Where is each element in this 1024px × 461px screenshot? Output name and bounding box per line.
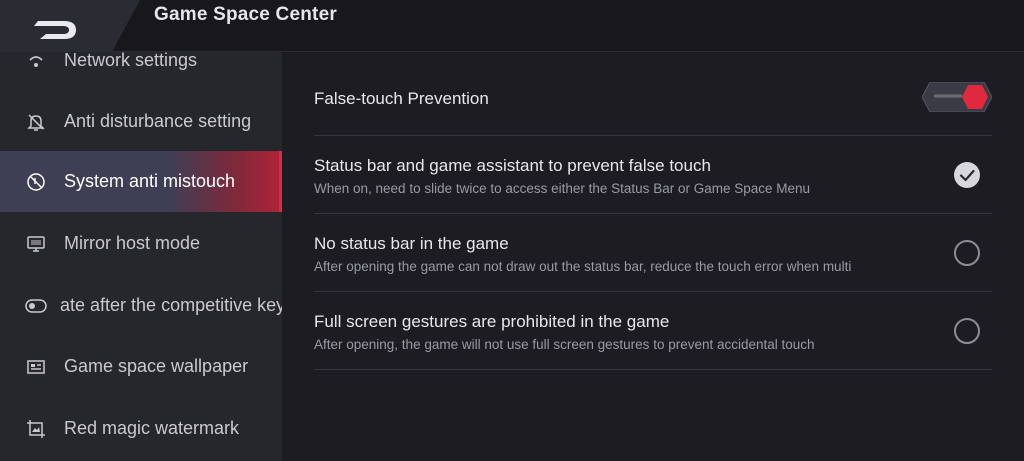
checkbox-checked[interactable] — [954, 162, 980, 188]
option-description: After opening the game can not draw out … — [314, 259, 852, 274]
sidebar-item-label: Red magic watermark — [64, 418, 240, 438]
no-touch-icon — [25, 171, 47, 193]
back-icon — [0, 0, 140, 52]
sidebar-item-mirror-host-mode[interactable]: Mirror host mode — [0, 213, 282, 274]
checkbox-unchecked[interactable] — [954, 240, 980, 266]
option-title: Full screen gestures are prohibited in t… — [314, 312, 670, 331]
header-bar: Game Space Center — [0, 0, 1024, 52]
back-button[interactable] — [0, 0, 140, 52]
sidebar-item-label: Anti disturbance setting — [64, 111, 252, 131]
option-description: After opening, the game will not use ful… — [314, 337, 815, 352]
network-icon — [25, 52, 47, 72]
monitor-icon — [25, 233, 47, 255]
sidebar-item-label: System anti mistouch — [64, 171, 236, 191]
false-touch-row: False-touch Prevention — [314, 52, 993, 136]
option-title: Status bar and game assistant to prevent… — [314, 156, 711, 175]
sidebar-item-label: Game space wallpaper — [64, 356, 249, 376]
sidebar-item-label: Mirror host mode — [64, 233, 201, 253]
sidebar-item-label: Network settings — [64, 52, 198, 70]
option-row-no-status-bar[interactable]: No status bar in the game After opening … — [314, 214, 992, 292]
sidebar-item-game-space-wallpaper[interactable]: Game space wallpaper — [0, 336, 282, 397]
false-touch-toggle[interactable] — [921, 81, 993, 113]
sidebar-item-system-anti-mistouch[interactable]: System anti mistouch — [0, 151, 282, 212]
sidebar-item-competitive-key[interactable]: ate after the competitive key — [0, 275, 282, 336]
sidebar-item-red-magic-watermark[interactable]: Red magic watermark — [0, 398, 282, 459]
sidebar: Network settings Anti disturbance settin… — [0, 52, 282, 461]
option-description: When on, need to slide twice to access e… — [314, 181, 811, 196]
page-title: Game Space Center — [154, 4, 337, 25]
false-touch-label: False-touch Prevention — [314, 89, 489, 108]
toggle-icon — [25, 295, 47, 317]
settings-panel: False-touch Prevention Status bar and ga… — [282, 52, 1024, 461]
sidebar-item-anti-disturbance[interactable]: Anti disturbance setting — [0, 91, 282, 152]
checkmark-icon — [959, 169, 975, 182]
sidebar-item-label: ate after the competitive key — [60, 295, 282, 315]
checkbox-unchecked[interactable] — [954, 318, 980, 344]
watermark-icon — [25, 418, 47, 440]
wallpaper-icon — [25, 356, 47, 378]
option-row-status-bar-assistant[interactable]: Status bar and game assistant to prevent… — [314, 136, 992, 214]
option-row-full-screen-gestures[interactable]: Full screen gestures are prohibited in t… — [314, 292, 992, 370]
option-title: No status bar in the game — [314, 234, 509, 253]
sidebar-item-network-settings[interactable]: Network settings — [0, 52, 282, 91]
bell-off-icon — [25, 111, 47, 133]
